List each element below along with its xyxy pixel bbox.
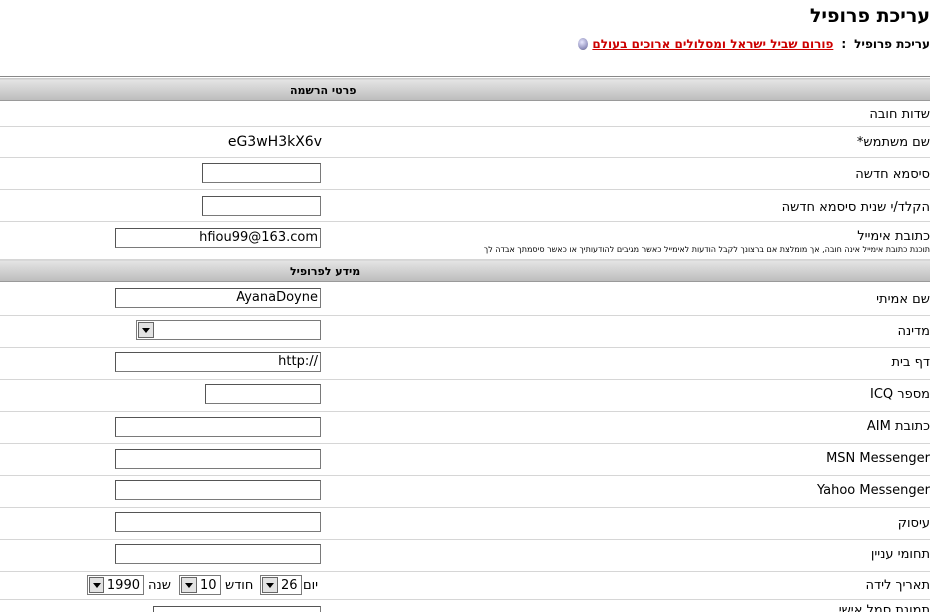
email-input[interactable]: hfiou99@163.com — [115, 228, 321, 248]
yahoo-input[interactable] — [115, 480, 321, 500]
day-select[interactable]: 26 — [260, 575, 302, 595]
row-birthday: תאריך לידה יום 26 חודש 10 שנה 1990 — [0, 572, 930, 600]
avatar-input[interactable] — [153, 606, 321, 612]
month-label: חודש — [225, 578, 254, 593]
confirm-password-label: הקלד/י שנית סיסמא חדשה — [781, 200, 930, 215]
year-select[interactable]: 1990 — [87, 575, 144, 595]
row-occupation: עיסוק — [0, 508, 930, 540]
row-confirm-password: הקלד/י שנית סיסמא חדשה — [0, 190, 930, 222]
page-title: עריכת פרופיל — [809, 5, 930, 27]
interests-label: תחומי עניין — [870, 547, 930, 562]
username-label: שם משתמש* — [856, 135, 930, 150]
section-title: מידע לפרופיל — [290, 265, 361, 278]
new-password-label: סיסמא חדשה — [855, 167, 930, 182]
section-header-registration: פרטי הרשמה — [0, 79, 930, 101]
aim-input[interactable] — [115, 417, 321, 437]
globe-icon — [578, 38, 589, 50]
confirm-password-input[interactable] — [202, 196, 321, 216]
chevron-down-icon[interactable] — [181, 577, 197, 593]
year-value: 1990 — [106, 577, 140, 593]
row-new-password: סיסמא חדשה — [0, 158, 930, 190]
occupation-label: עיסוק — [897, 516, 930, 531]
breadcrumb-separator: : — [841, 37, 847, 51]
row-msn: MSN Messenger — [0, 444, 930, 476]
username-value: eG3wH3kX6v — [227, 134, 322, 150]
section-header-profile: מידע לפרופיל — [0, 260, 930, 282]
msn-input[interactable] — [115, 449, 321, 469]
section-title: פרטי הרשמה — [290, 84, 357, 97]
row-country: מדינה — [0, 316, 930, 348]
row-aim: כתובת AIM — [0, 412, 930, 444]
homepage-label: דף בית — [891, 355, 930, 370]
row-username: שם משתמש* eG3wH3kX6v — [0, 127, 930, 158]
row-required-fields: שדות חובה — [0, 101, 930, 127]
month-value: 10 — [200, 577, 217, 593]
country-label: מדינה — [897, 324, 930, 339]
row-email: כתובת אימייל hfiou99@163.com תוכנת כתובת… — [0, 222, 930, 260]
email-hint: תוכנת כתובת אימייל אינה חובה, אך מומלצת … — [483, 245, 930, 254]
breadcrumb: עריכת פרופיל : פורום שביל ישראל ומסלולים… — [576, 37, 930, 51]
row-interests: תחומי עניין — [0, 540, 930, 572]
interests-input[interactable] — [115, 544, 321, 564]
realname-label: שם אמיתי — [876, 292, 930, 307]
email-label: כתובת אימייל — [857, 229, 930, 244]
divider — [0, 76, 930, 77]
icq-label: מספר ICQ — [869, 387, 930, 402]
required-fields-label: שדות חובה — [869, 107, 930, 122]
yahoo-label: Yahoo Messenger — [817, 483, 930, 498]
chevron-down-icon[interactable] — [262, 577, 278, 593]
chevron-down-icon[interactable] — [138, 322, 154, 338]
homepage-input[interactable]: http:// — [115, 352, 321, 372]
month-select[interactable]: 10 — [179, 575, 221, 595]
row-realname: שם אמיתי AyanaDoyne — [0, 282, 930, 316]
forum-link[interactable]: פורום שביל ישראל ומסלולים ארוכים בעולם — [592, 37, 833, 51]
row-icq: מספר ICQ — [0, 380, 930, 412]
realname-input[interactable]: AyanaDoyne — [115, 288, 321, 308]
day-value: 26 — [281, 577, 298, 593]
birthday-label: תאריך לידה — [865, 578, 930, 593]
aim-label: כתובת AIM — [866, 419, 930, 434]
row-homepage: דף בית http:// — [0, 348, 930, 380]
new-password-input[interactable] — [202, 163, 321, 183]
breadcrumb-current: עריכת פרופיל — [854, 37, 930, 51]
msn-label: MSN Messenger — [826, 451, 930, 466]
country-select[interactable] — [136, 320, 321, 340]
icq-input[interactable] — [205, 384, 321, 404]
year-label: שנה — [148, 578, 171, 593]
avatar-label: תמונת סמל אישי — [838, 603, 930, 612]
chevron-down-icon[interactable] — [89, 577, 104, 593]
row-avatar: תמונת סמל אישי — [0, 600, 930, 612]
occupation-input[interactable] — [115, 512, 321, 532]
day-label: יום — [303, 578, 319, 593]
row-yahoo: Yahoo Messenger — [0, 476, 930, 508]
